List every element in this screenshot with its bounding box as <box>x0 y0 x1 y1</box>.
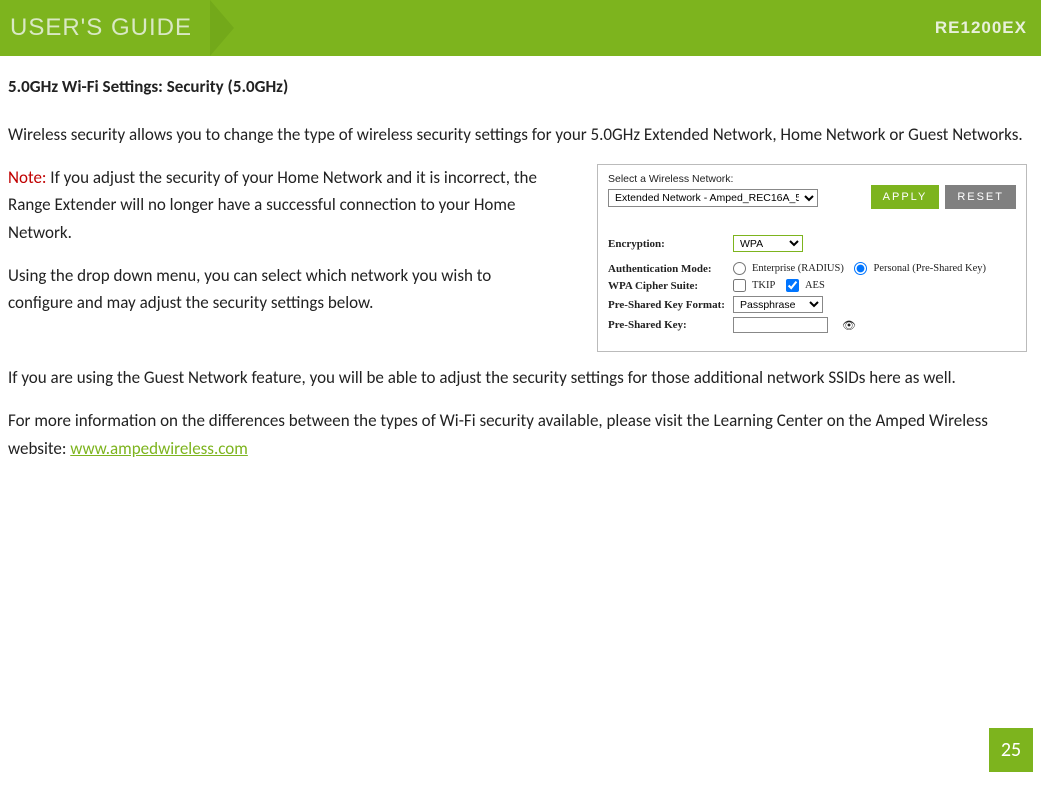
psk-row: Pre-Shared Key: 👁 <box>608 317 1016 333</box>
cipher-row: WPA Cipher Suite: TKIP AES <box>608 279 1016 292</box>
page-number: 25 <box>989 728 1033 772</box>
moreinfo-paragraph: For more information on the differences … <box>8 407 1033 461</box>
tkip-text: TKIP <box>752 280 775 291</box>
header-arrow-decor <box>210 0 234 56</box>
auth-enterprise-radio[interactable] <box>733 262 746 275</box>
show-password-icon[interactable]: 👁 <box>842 319 856 332</box>
psk-label: Pre-Shared Key: <box>608 319 733 331</box>
guest-paragraph: If you are using the Guest Network featu… <box>8 364 1033 391</box>
reset-button[interactable]: RESET <box>945 185 1016 209</box>
aes-text: AES <box>805 280 825 291</box>
psk-format-select[interactable]: Passphrase <box>733 296 823 313</box>
dropdown-paragraph: Using the drop down menu, you can select… <box>8 262 548 316</box>
auth-personal-radio[interactable] <box>854 262 867 275</box>
network-select-block: Select a Wireless Network: Extended Netw… <box>608 173 818 207</box>
apply-button[interactable]: APPLY <box>871 185 940 209</box>
amped-link[interactable]: www.ampedwireless.com <box>70 438 248 459</box>
psk-format-row: Pre-Shared Key Format: Passphrase <box>608 296 1016 313</box>
note-body: If you adjust the security of your Home … <box>8 167 537 242</box>
cipher-label: WPA Cipher Suite: <box>608 280 733 292</box>
header-bar: USER'S GUIDE RE1200EX <box>0 0 1041 56</box>
tkip-checkbox[interactable] <box>733 279 746 292</box>
network-select-label: Select a Wireless Network: <box>608 173 818 185</box>
header-model: RE1200EX <box>935 18 1027 38</box>
header-title: USER'S GUIDE <box>10 14 192 42</box>
page-content: 5.0GHz Wi-Fi Settings: Security (5.0GHz)… <box>0 56 1041 462</box>
panel-top-row: Select a Wireless Network: Extended Netw… <box>608 173 1016 209</box>
encryption-row: Encryption: WPA <box>608 235 1016 252</box>
auth-personal-text: Personal (Pre-Shared Key) <box>873 263 986 274</box>
auth-enterprise-text: Enterprise (RADIUS) <box>752 263 844 274</box>
section-title: 5.0GHz Wi-Fi Settings: Security (5.0GHz) <box>8 76 1033 97</box>
auth-mode-label: Authentication Mode: <box>608 263 733 275</box>
network-select[interactable]: Extended Network - Amped_REC16A_5.0 <box>608 189 818 207</box>
intro-paragraph: Wireless security allows you to change t… <box>8 121 1033 148</box>
aes-checkbox[interactable] <box>786 279 799 292</box>
psk-format-label: Pre-Shared Key Format: <box>608 299 733 311</box>
encryption-label: Encryption: <box>608 238 733 250</box>
note-prefix: Note: <box>8 167 46 188</box>
note-paragraph: Note: If you adjust the security of your… <box>8 164 548 246</box>
encryption-select[interactable]: WPA <box>733 235 803 252</box>
panel-buttons: APPLY RESET <box>871 185 1016 209</box>
settings-panel: Select a Wireless Network: Extended Netw… <box>597 164 1027 352</box>
psk-input[interactable] <box>733 317 828 333</box>
auth-mode-row: Authentication Mode: Enterprise (RADIUS)… <box>608 262 1016 275</box>
